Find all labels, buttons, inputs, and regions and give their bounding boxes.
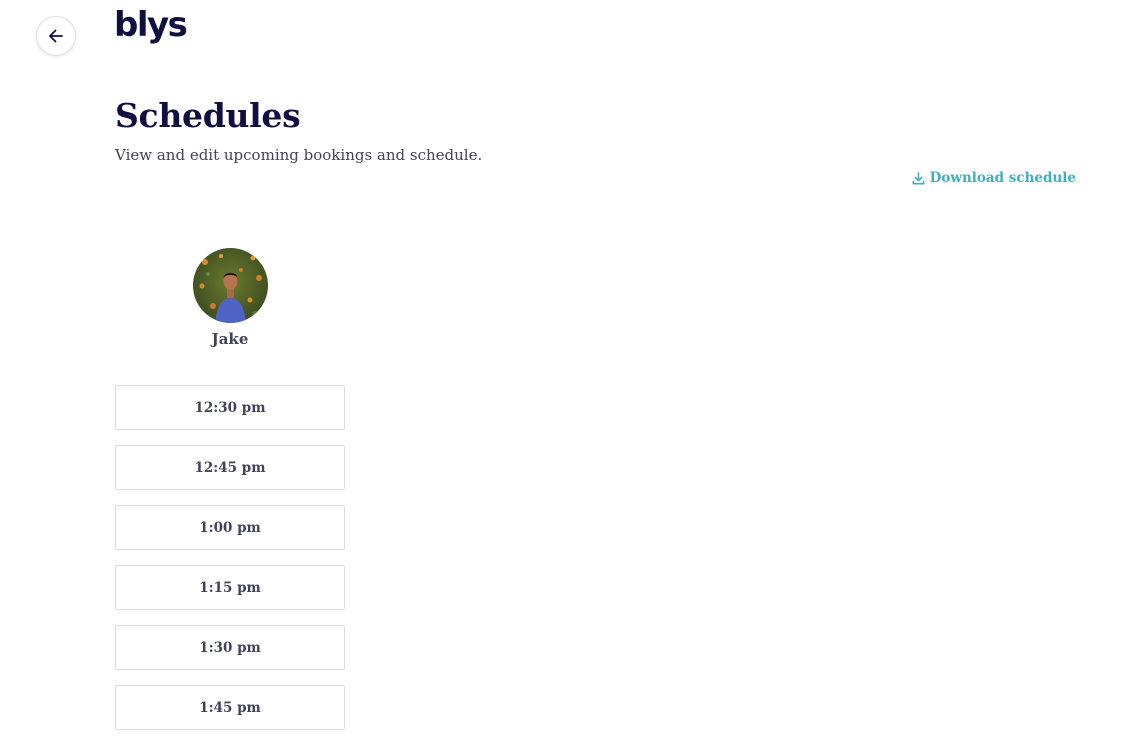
schedules-page: blys Schedules View and edit upcoming bo… xyxy=(0,0,1140,751)
page-title: Schedules xyxy=(115,96,301,135)
back-button[interactable] xyxy=(36,16,76,56)
arrow-left-icon xyxy=(49,29,63,43)
download-icon xyxy=(912,171,925,184)
time-slot[interactable]: 1:15 pm xyxy=(115,565,345,610)
time-slot[interactable]: 12:45 pm xyxy=(115,445,345,490)
download-schedule-link[interactable]: Download schedule xyxy=(911,170,1076,186)
pro-name: Jake xyxy=(211,330,249,348)
pro-schedule-column: Jake 12:30 pm 12:45 pm 1:00 pm 1:15 pm 1… xyxy=(115,248,345,730)
time-slot[interactable]: 1:30 pm xyxy=(115,625,345,670)
time-slot[interactable]: 1:45 pm xyxy=(115,685,345,730)
download-schedule-label: Download schedule xyxy=(929,170,1076,186)
blys-logo[interactable]: blys xyxy=(114,8,188,42)
time-slot[interactable]: 12:30 pm xyxy=(115,385,345,430)
page-subtitle: View and edit upcoming bookings and sche… xyxy=(115,146,483,164)
time-slot[interactable]: 1:00 pm xyxy=(115,505,345,550)
time-slot-list: 12:30 pm 12:45 pm 1:00 pm 1:15 pm 1:30 p… xyxy=(115,385,345,730)
avatar xyxy=(192,248,268,323)
